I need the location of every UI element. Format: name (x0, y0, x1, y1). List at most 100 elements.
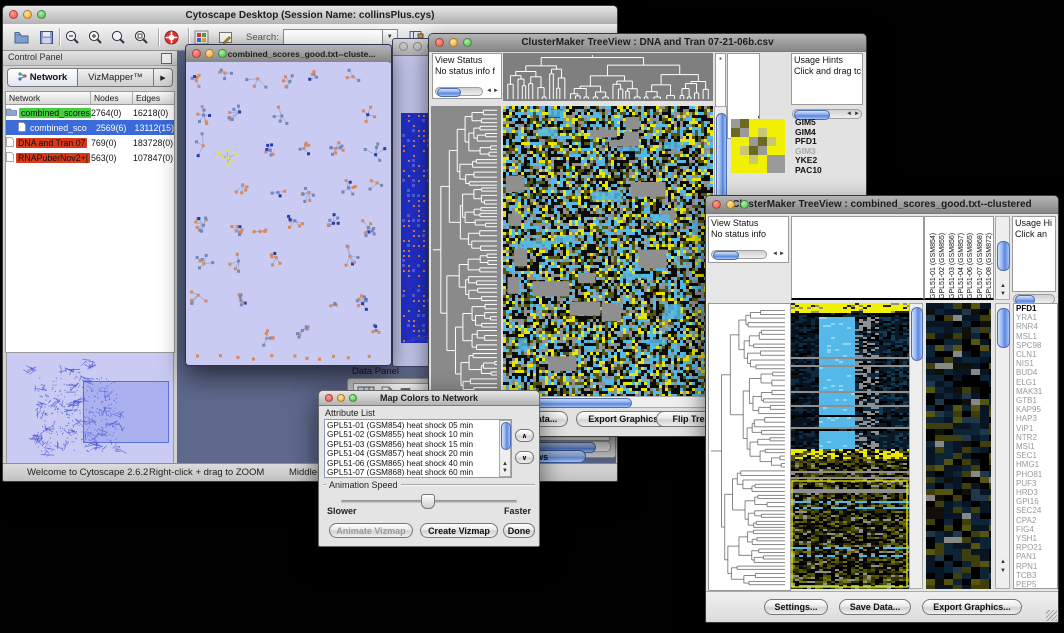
search-input[interactable] (283, 29, 383, 46)
tv2-save-data-button[interactable]: Save Data... (839, 599, 911, 615)
tv2-gene-dendrogram[interactable] (708, 303, 791, 591)
scroll-up-icon[interactable]: ▲ (1000, 283, 1006, 290)
tv2-gene-label[interactable]: PFD1 (1016, 304, 1057, 313)
tv2-gene-label[interactable]: CPA2 (1016, 516, 1057, 525)
tv2-gene-label[interactable]: YSH1 (1016, 534, 1057, 543)
tv2-gene-label[interactable]: KAP95 (1016, 405, 1057, 414)
close-icon[interactable] (435, 38, 444, 47)
scroll-down-icon[interactable]: ▼ (502, 468, 508, 475)
tv2-gene-label[interactable]: BUD4 (1016, 368, 1057, 377)
create-vizmap-button[interactable]: Create Vizmap (420, 523, 498, 538)
scroll-up-icon[interactable]: ▲ (502, 461, 508, 468)
open-file-icon[interactable] (13, 29, 30, 46)
scroll-right-icon[interactable]: ► (493, 88, 499, 95)
tv1-zoom-heatmap[interactable] (731, 119, 785, 173)
minimize-icon[interactable] (726, 200, 735, 209)
minimize-icon[interactable] (23, 10, 32, 19)
tv2-gene-label[interactable]: RPO21 (1016, 543, 1057, 552)
tv2-gene-label[interactable]: RPN1 (1016, 562, 1057, 571)
zoom-in-icon[interactable] (87, 29, 104, 46)
tv2-gene-label[interactable]: NIS1 (1016, 359, 1057, 368)
network1-canvas[interactable] (186, 62, 389, 363)
network-table-row[interactable]: RNAPuberNov2+|563(0)107847(0) (6, 150, 174, 165)
speed-slider-thumb[interactable] (421, 494, 435, 509)
tv2-settings-button[interactable]: Settings... (764, 599, 828, 615)
tv2-gene-label[interactable]: MSL1 (1016, 332, 1057, 341)
col-header-edges[interactable]: Edges (133, 92, 174, 105)
minimize-icon[interactable] (449, 38, 458, 47)
tab-vizmapper[interactable]: VizMapper™ (78, 68, 154, 87)
tv2-gene-label[interactable]: PUF3 (1016, 479, 1057, 488)
minimize-icon[interactable] (413, 42, 422, 51)
attribute-list-item[interactable]: GPL51-01 (GSM854) heat shock 05 min (327, 421, 498, 430)
tv1-status-scrollbar[interactable] (435, 87, 483, 96)
zoom-out-icon[interactable] (64, 29, 81, 46)
scroll-up-icon[interactable]: ▲ (1000, 559, 1006, 566)
attribute-list-item[interactable]: GPL51-06 (GSM865) heat shock 40 min (327, 459, 498, 468)
zoom-window-icon[interactable] (218, 49, 227, 58)
main-title-bar[interactable]: Cytoscape Desktop (Session Name: collins… (3, 6, 617, 25)
tv2-gene-label[interactable]: HMG1 (1016, 460, 1057, 469)
tv2-column-labels[interactable]: GPL51-01 (GSM854)GPL51-02 (GSM855)GPL51-… (924, 216, 994, 300)
animate-vizmap-button[interactable]: Animate Vizmap (329, 523, 413, 538)
attribute-list-item[interactable]: GPL51-03 (GSM856) heat shock 15 min (327, 440, 498, 449)
tv2-gene-label[interactable]: TCB3 (1016, 571, 1057, 580)
attribute-list-item[interactable]: GPL51-02 (GSM855) heat shock 10 min (327, 430, 498, 439)
close-icon[interactable] (712, 200, 721, 209)
tv2-gene-label[interactable]: PEP5 (1016, 580, 1057, 589)
tv2-gene-label[interactable]: NTR2 (1016, 433, 1057, 442)
tv1-heatmap[interactable] (503, 106, 713, 396)
tv2-gene-label[interactable]: MAK31 (1016, 387, 1057, 396)
tv2-column-tree-area[interactable] (791, 216, 924, 300)
close-icon[interactable] (9, 10, 18, 19)
tv2-gene-label[interactable]: YRA1 (1016, 313, 1057, 322)
tv1-gene-dendrogram[interactable] (431, 106, 501, 396)
attribute-list[interactable]: GPL51-01 (GSM854) heat shock 05 minGPL51… (324, 419, 512, 478)
window-controls[interactable] (9, 10, 46, 19)
tv2-gene-label[interactable]: SEC1 (1016, 451, 1057, 460)
resize-grip[interactable] (1046, 610, 1057, 621)
move-down-button[interactable]: ∨ (515, 451, 534, 464)
minimize-icon[interactable] (205, 49, 214, 58)
attribute-list-item[interactable]: GPL51-07 (GSM868) heat shock 60 min (327, 468, 498, 476)
col-header-network[interactable]: Network (6, 92, 91, 105)
tv2-gene-label[interactable]: RNR4 (1016, 322, 1057, 331)
zoom-window-icon[interactable] (37, 10, 46, 19)
tab-overflow-button[interactable]: ▶ (154, 68, 173, 87)
tv2-gene-label-list[interactable]: PFD1YRA1RNR4MSL1SPC98CLN1NIS1BUD4ELG1MAK… (1013, 303, 1058, 589)
network-table-row[interactable]: combined_scores2764(0)16218(0) (6, 105, 174, 120)
zoom-selected-icon[interactable] (110, 29, 127, 46)
col-header-nodes[interactable]: Nodes (91, 92, 133, 105)
attribute-list-scrollbar[interactable]: ▲ ▼ (499, 420, 511, 477)
zoom-window-icon[interactable] (349, 394, 357, 402)
tv2-gene-label[interactable]: GTB1 (1016, 396, 1057, 405)
tv2-gene-label[interactable]: PHO81 (1016, 470, 1057, 479)
tv2-status-scrollbar[interactable] (711, 250, 767, 259)
scroll-down-icon[interactable]: ▼ (1000, 291, 1006, 298)
vizmapper-icon[interactable] (193, 29, 210, 46)
scroll-left-icon[interactable]: ◄ (846, 111, 852, 118)
tv2-gene-label[interactable]: ELG1 (1016, 378, 1057, 387)
tv2-gene-label[interactable]: HAP3 (1016, 414, 1057, 423)
scroll-right-icon[interactable]: ► (779, 251, 785, 258)
close-icon[interactable] (192, 49, 201, 58)
tv2-gene-label[interactable]: FIG4 (1016, 525, 1057, 534)
scroll-right-icon[interactable]: ► (854, 111, 860, 118)
network-table-row[interactable]: combined_sco2569(6)13112(15) (6, 120, 174, 135)
tab-network[interactable]: Network (7, 68, 78, 87)
tv2-gene-label[interactable]: SEC24 (1016, 506, 1057, 515)
birdseye-view[interactable] (6, 352, 174, 467)
zoom-window-icon[interactable] (740, 200, 749, 209)
save-icon[interactable] (38, 29, 55, 46)
close-icon[interactable] (399, 42, 408, 51)
attribute-list-item[interactable]: GPL51-04 (GSM857) heat shock 20 min (327, 449, 498, 458)
tv2-gene-label[interactable]: GPI16 (1016, 497, 1057, 506)
tv2-gene-label[interactable]: HRD3 (1016, 488, 1057, 497)
move-up-button[interactable]: ∧ (515, 429, 534, 442)
zoom-window-icon[interactable] (463, 38, 472, 47)
scroll-left-icon[interactable]: ◄ (772, 251, 778, 258)
tv2-gene-label[interactable]: SPC98 (1016, 341, 1057, 350)
tv2-heatmap[interactable] (791, 303, 909, 589)
minimize-icon[interactable] (337, 394, 345, 402)
tv2-zoom-heatmap[interactable] (926, 303, 991, 589)
